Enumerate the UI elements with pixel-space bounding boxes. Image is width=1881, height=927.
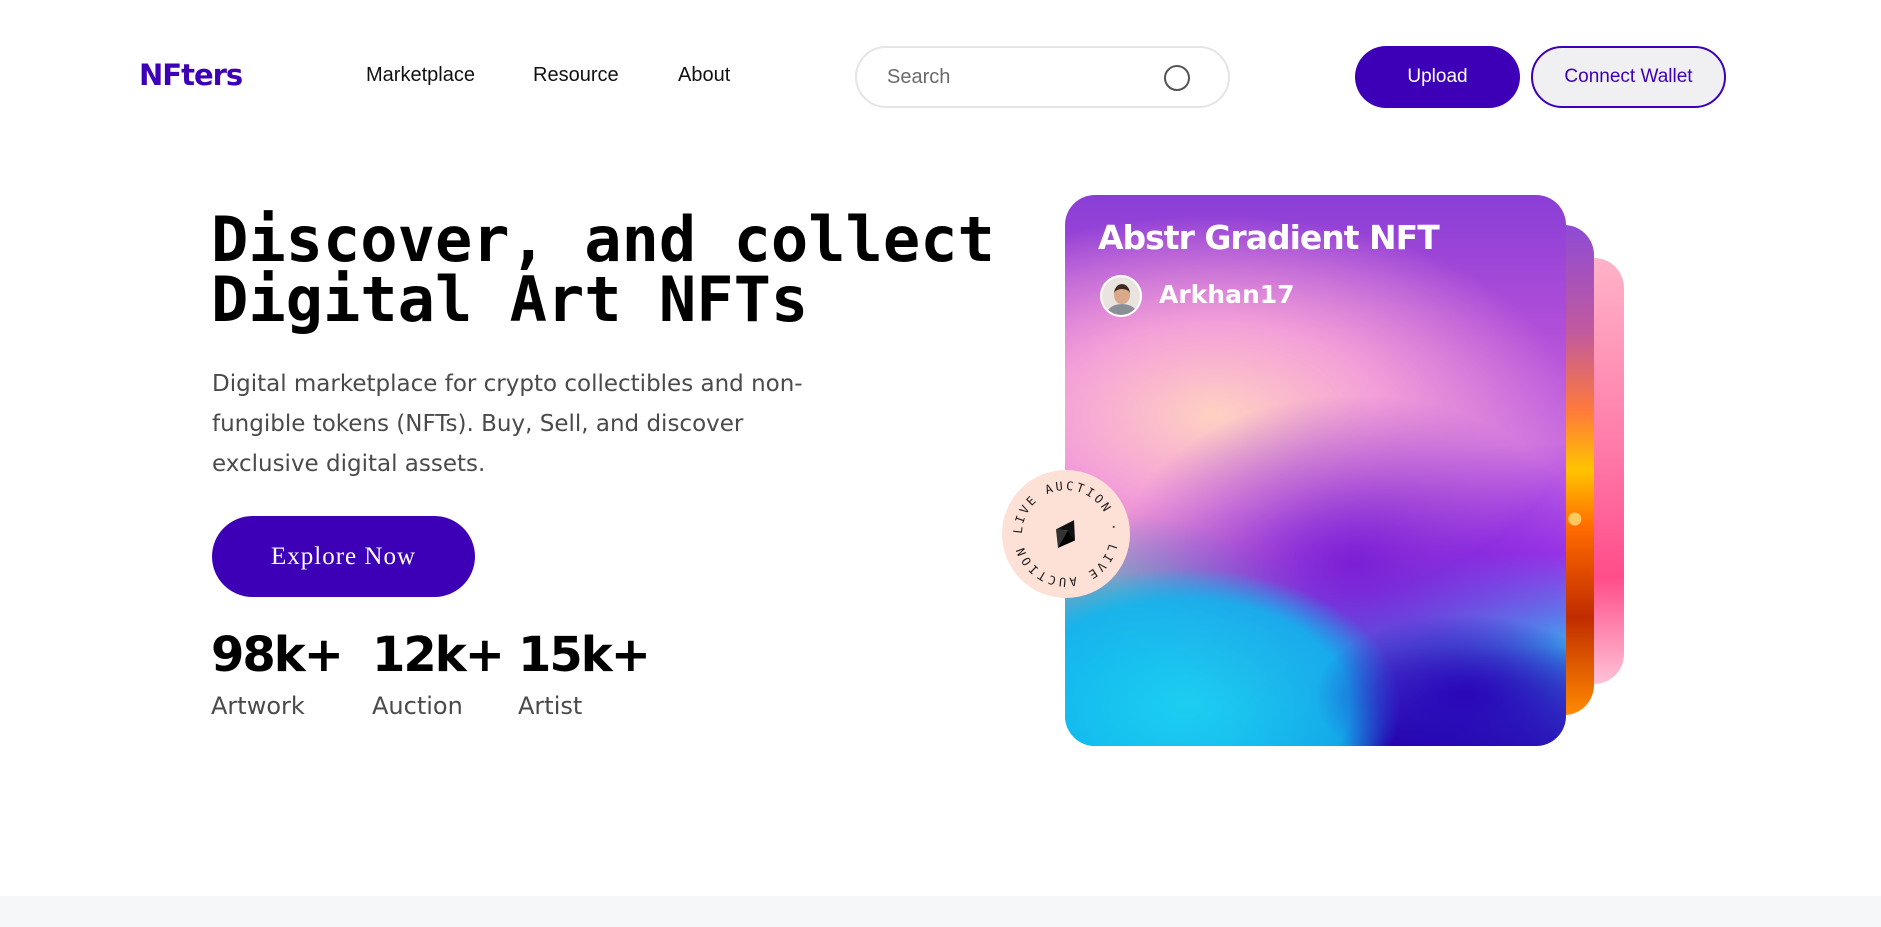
ethereum-icon (1055, 520, 1076, 548)
artist-avatar[interactable] (1100, 275, 1142, 317)
search-icon[interactable] (1164, 65, 1190, 91)
section-divider (0, 896, 1881, 927)
hero-description: Digital marketplace for crypto collectib… (212, 371, 803, 477)
nft-title: Abstr Gradient NFT (1098, 218, 1440, 257)
stat-auction: 12k+ Auction (372, 627, 505, 720)
logo[interactable]: NFters (139, 58, 243, 92)
live-auction-badge: LIVE AUCTION · LIVE AUCTION · (1002, 470, 1130, 598)
nav-about[interactable]: About (678, 64, 730, 87)
hero-title: Discover, and collect Digital Art NFTs (211, 203, 995, 336)
stat-artist: 15k+ Artist (518, 627, 651, 720)
nft-card-image[interactable] (1065, 195, 1566, 746)
connect-wallet-button[interactable]: Connect Wallet (1531, 46, 1726, 108)
hero-title-line-1: Discover, and collect (211, 203, 995, 276)
upload-button[interactable]: Upload (1355, 46, 1520, 108)
live-auction-badge-graphic: LIVE AUCTION · LIVE AUCTION · (1002, 470, 1119, 589)
stat-value: 98k+ (211, 627, 344, 683)
stat-artwork: 98k+ Artwork (211, 627, 344, 720)
hero-title-line-2: Digital Art NFTs (211, 263, 809, 336)
stat-label: Artwork (211, 692, 305, 720)
stat-value: 15k+ (518, 627, 651, 683)
avatar-head (1114, 284, 1130, 304)
stat-value: 12k+ (372, 627, 505, 683)
nav-resource[interactable]: Resource (533, 64, 619, 87)
artist-name[interactable]: Arkhan17 (1159, 280, 1295, 309)
search-box (855, 46, 1230, 108)
search-input[interactable] (887, 62, 1147, 92)
stat-label: Artist (518, 692, 583, 720)
stat-label: Auction (372, 692, 463, 720)
page: NFters Marketplace Resource About Upload… (0, 0, 1881, 927)
explore-now-button[interactable]: Explore Now (212, 516, 475, 597)
nav-marketplace[interactable]: Marketplace (366, 64, 475, 87)
